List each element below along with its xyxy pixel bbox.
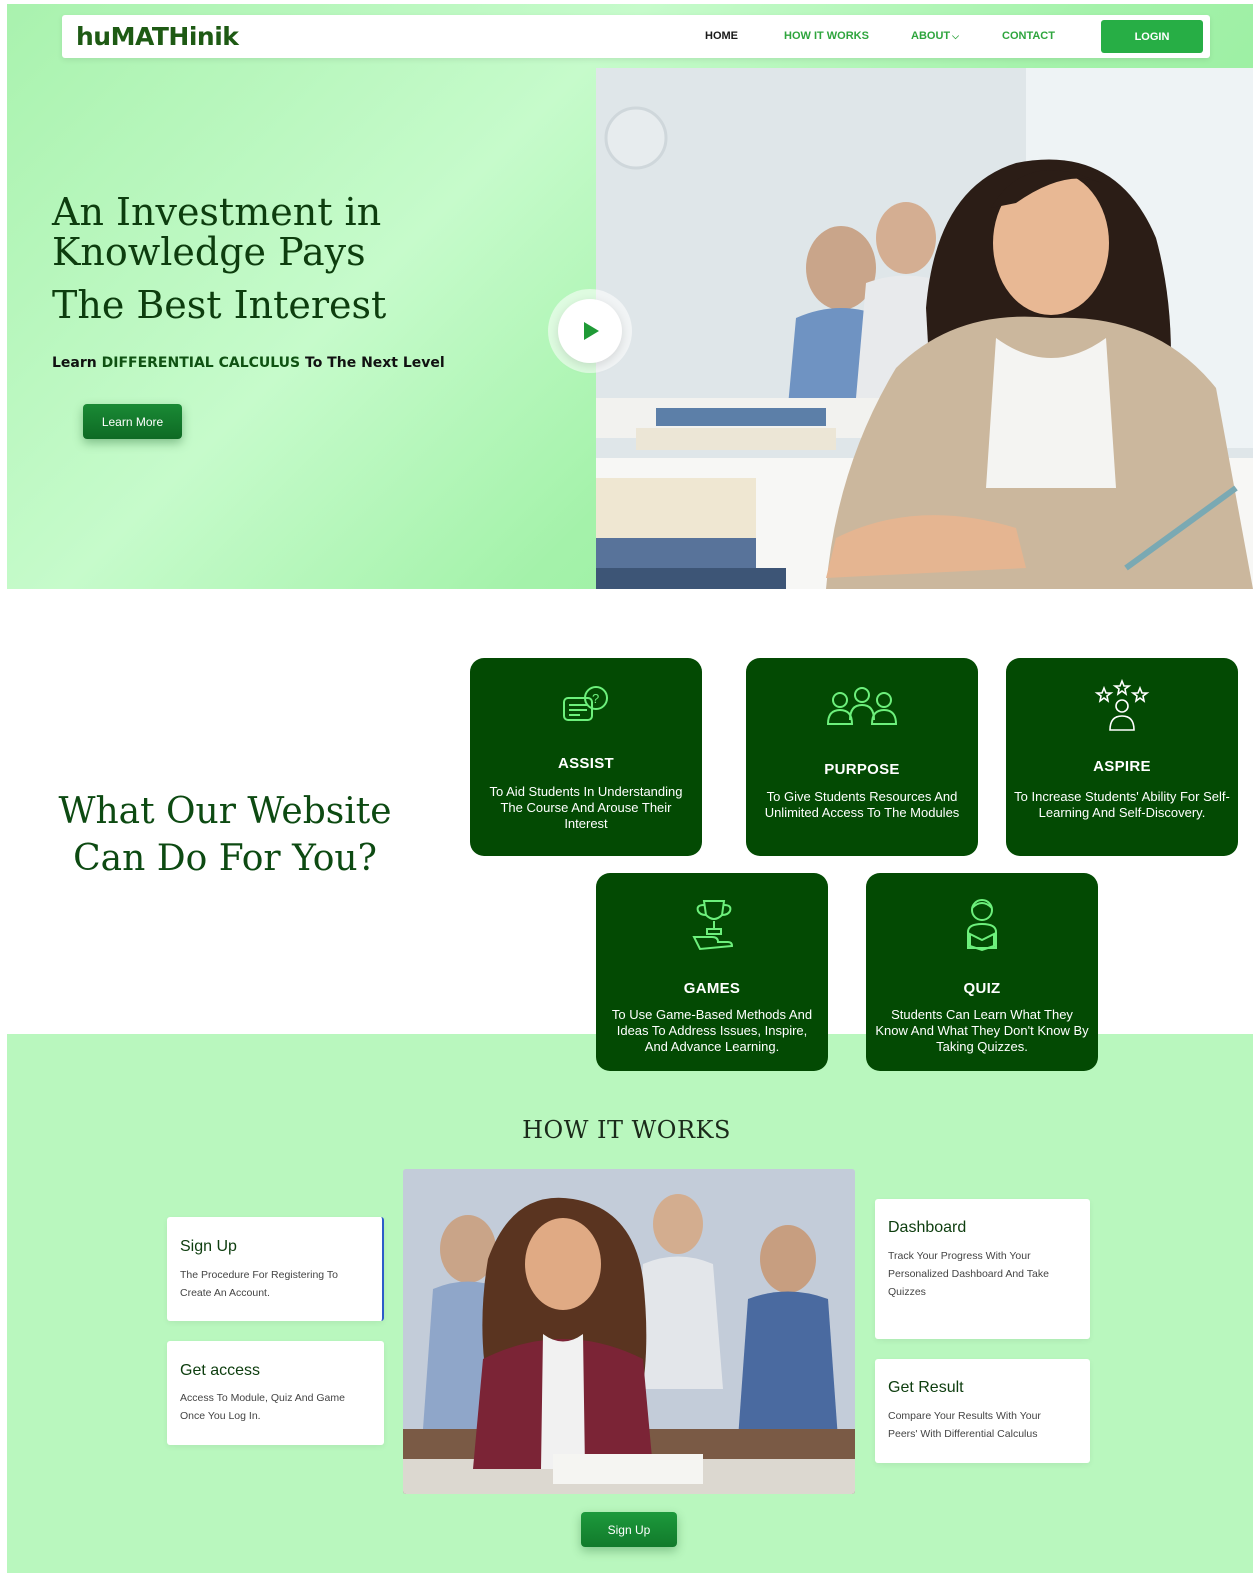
feature-card-games: GAMES To Use Game-Based Methods And Idea… bbox=[596, 873, 828, 1071]
features-heading-line1: What Our Website bbox=[58, 791, 392, 832]
hero-headline-line3: The Best Interest bbox=[52, 283, 387, 327]
feature-card-text: To Aid Students In Understanding The Cou… bbox=[489, 784, 683, 831]
step-text: Access To Module, Quiz And Game Once You… bbox=[180, 1392, 345, 1422]
feature-card-title: PURPOSE bbox=[824, 761, 900, 778]
feature-card-aspire: ASPIRE To Increase Students' Ability For… bbox=[1006, 658, 1238, 856]
hero-subtitle: Learn DIFFERENTIAL CALCULUS To The Next … bbox=[52, 355, 445, 371]
step-text: The Procedure For Registering To Create … bbox=[180, 1269, 338, 1299]
feature-card-title: ASSIST bbox=[558, 755, 614, 772]
features-heading: What Our Website Can Do For You? bbox=[40, 788, 410, 882]
feature-card-text: To Increase Students' Ability For Self-L… bbox=[1014, 789, 1230, 820]
step-text: Compare Your Results With Your Peers' Wi… bbox=[888, 1410, 1041, 1440]
hero-subtitle-highlight: DIFFERENTIAL CALCULUS bbox=[101, 355, 301, 371]
step-title: Sign Up bbox=[180, 1238, 237, 1255]
play-button-inner bbox=[558, 299, 622, 363]
trophy-hand-icon bbox=[596, 897, 828, 951]
hero-student-photo bbox=[596, 68, 1253, 589]
features-heading-line2: Can Do For You? bbox=[73, 838, 377, 879]
students-classroom-photo bbox=[403, 1169, 855, 1494]
hero-headline: An Investment in Knowledge Pays bbox=[52, 192, 572, 272]
step-card-dashboard: Dashboard Track Your Progress With Your … bbox=[875, 1199, 1090, 1339]
hero-subtitle-pre: Learn bbox=[52, 355, 102, 371]
nav-about[interactable]: ABOUT ⌵ bbox=[911, 30, 959, 42]
group-icon bbox=[746, 686, 978, 728]
step-card-sign-up: Sign Up The Procedure For Registering To… bbox=[167, 1217, 384, 1321]
feature-card-quiz: QUIZ Students Can Learn What They Know A… bbox=[866, 873, 1098, 1071]
step-text: Track Your Progress With Your Personaliz… bbox=[888, 1250, 1049, 1298]
feature-card-purpose: PURPOSE To Give Students Resources And U… bbox=[746, 658, 978, 856]
play-video-button[interactable] bbox=[548, 289, 632, 373]
top-navbar: huMATHinik HOME HOW IT WORKS ABOUT ⌵ CONT… bbox=[62, 15, 1210, 58]
stars-person-icon bbox=[1006, 678, 1238, 732]
site-logo[interactable]: huMATHinik bbox=[76, 22, 239, 51]
feature-card-text: To Give Students Resources And Unlimited… bbox=[764, 789, 960, 820]
step-card-get-result: Get Result Compare Your Results With You… bbox=[875, 1359, 1090, 1463]
step-title: Dashboard bbox=[888, 1219, 967, 1236]
nav-about-label: ABOUT bbox=[911, 30, 951, 42]
step-title: Get access bbox=[180, 1362, 261, 1379]
sign-up-button[interactable]: Sign Up bbox=[581, 1512, 677, 1547]
hero-headline-line2: Knowledge Pays bbox=[52, 230, 366, 274]
nav-how-it-works[interactable]: HOW IT WORKS bbox=[784, 30, 869, 42]
chevron-down-icon: ⌵ bbox=[952, 31, 959, 41]
svg-text:?: ? bbox=[592, 691, 599, 706]
how-it-works-heading: HOW IT WORKS bbox=[522, 1116, 731, 1144]
question-chat-icon: ? bbox=[470, 684, 702, 730]
reading-student-icon bbox=[866, 896, 1098, 952]
feature-card-text: Students Can Learn What They Know And Wh… bbox=[875, 1007, 1089, 1054]
feature-card-title: ASPIRE bbox=[1093, 758, 1151, 775]
feature-card-title: GAMES bbox=[683, 980, 741, 997]
play-icon bbox=[584, 322, 599, 340]
feature-card-assist: ? ASSIST To Aid Students In Understandin… bbox=[470, 658, 702, 856]
learn-more-button[interactable]: Learn More bbox=[83, 404, 182, 439]
hero-headline-line1: An Investment in bbox=[52, 190, 382, 234]
hero-subtitle-post: To The Next Level bbox=[300, 355, 445, 371]
feature-card-title: QUIZ bbox=[963, 980, 1001, 997]
login-button[interactable]: LOGIN bbox=[1101, 20, 1203, 53]
step-title: Get Result bbox=[888, 1379, 964, 1396]
nav-home[interactable]: HOME bbox=[705, 30, 738, 42]
step-card-get-access: Get access Access To Module, Quiz And Ga… bbox=[167, 1341, 384, 1445]
feature-card-text: To Use Game-Based Methods And Ideas To A… bbox=[611, 1007, 813, 1054]
hero-section: huMATHinik HOME HOW IT WORKS ABOUT ⌵ CONT… bbox=[7, 4, 1253, 589]
nav-contact[interactable]: CONTACT bbox=[1002, 30, 1055, 42]
